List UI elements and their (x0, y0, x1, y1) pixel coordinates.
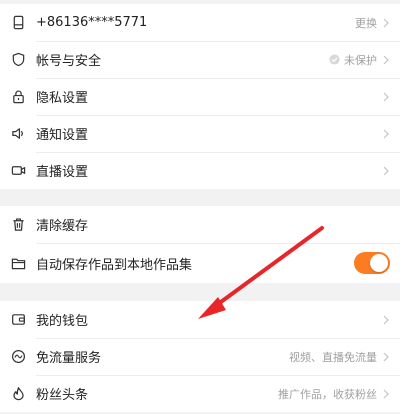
chevron-right-icon (382, 55, 390, 65)
fire-icon (10, 386, 26, 402)
chevron-right-icon (382, 18, 390, 28)
free-traffic-row[interactable]: 免流量服务 视频、直播免流量 (0, 338, 400, 375)
trash-icon (10, 217, 26, 233)
protection-status-icon (329, 54, 340, 65)
chevron-right-icon (382, 92, 390, 102)
camera-icon (10, 163, 26, 179)
fans-headline-hint: 推广作品，收获粉丝 (278, 387, 377, 401)
section-gap (0, 189, 400, 206)
speaker-icon (10, 126, 26, 142)
notification-settings-label: 通知设置 (36, 128, 89, 143)
chevron-right-icon (382, 129, 390, 139)
storage-section: 清除缓存 自动保存作品到本地作品集 (0, 206, 400, 283)
autosave-toggle[interactable] (354, 252, 390, 274)
free-traffic-label: 免流量服务 (36, 351, 102, 366)
fans-headline-right: 推广作品，收获粉丝 (278, 386, 390, 402)
privacy-settings-label: 隐私设置 (36, 91, 89, 106)
toggle-knob (370, 254, 388, 272)
lock-icon (10, 89, 26, 105)
folder-icon (10, 255, 26, 271)
chevron-right-icon (382, 352, 390, 362)
fans-headline-label: 粉丝头条 (36, 388, 89, 403)
free-traffic-hint: 视频、直播免流量 (289, 350, 377, 364)
wave-icon (10, 349, 26, 365)
wallet-icon (10, 312, 26, 328)
chevron-right-icon (382, 166, 390, 176)
notification-settings-row[interactable]: 通知设置 (0, 115, 400, 152)
privacy-settings-row[interactable]: 隐私设置 (0, 78, 400, 115)
wallet-row[interactable]: 我的钱包 (0, 301, 400, 338)
autosave-row: 自动保存作品到本地作品集 (0, 243, 400, 283)
clear-cache-row[interactable]: 清除缓存 (0, 206, 400, 243)
chevron-right-icon (382, 315, 390, 325)
shield-icon (10, 52, 26, 68)
free-traffic-right: 视频、直播免流量 (289, 349, 390, 365)
autosave-label: 自动保存作品到本地作品集 (36, 257, 193, 273)
notification-right (377, 129, 390, 139)
live-settings-label: 直播设置 (36, 165, 89, 180)
privacy-right (377, 92, 390, 102)
wallet-right (377, 315, 390, 325)
account-security-right: 未保护 (329, 52, 390, 68)
live-right (377, 166, 390, 176)
clear-cache-label: 清除缓存 (36, 219, 89, 234)
services-section: 我的钱包 免流量服务 视频、直播免流量 粉丝头条 推广作品，收获粉丝 (0, 301, 400, 412)
account-security-label: 帐号与安全 (36, 54, 102, 69)
account-section: +86136****5771 更换 帐号与安全 未保护 隐私设置 通知设置 直播… (0, 4, 400, 189)
change-phone-text[interactable]: 更换 (355, 15, 377, 31)
phone-row[interactable]: +86136****5771 更换 (0, 4, 400, 41)
live-settings-row[interactable]: 直播设置 (0, 152, 400, 189)
wallet-label: 我的钱包 (36, 314, 89, 329)
protection-status-text: 未保护 (344, 53, 377, 67)
account-security-row[interactable]: 帐号与安全 未保护 (0, 41, 400, 78)
section-gap (0, 283, 400, 301)
fans-headline-row[interactable]: 粉丝头条 推广作品，收获粉丝 (0, 375, 400, 412)
phone-icon (10, 15, 26, 31)
phone-number-label: +86136****5771 (36, 15, 148, 30)
chevron-right-icon (382, 389, 390, 399)
phone-right: 更换 (355, 15, 390, 31)
